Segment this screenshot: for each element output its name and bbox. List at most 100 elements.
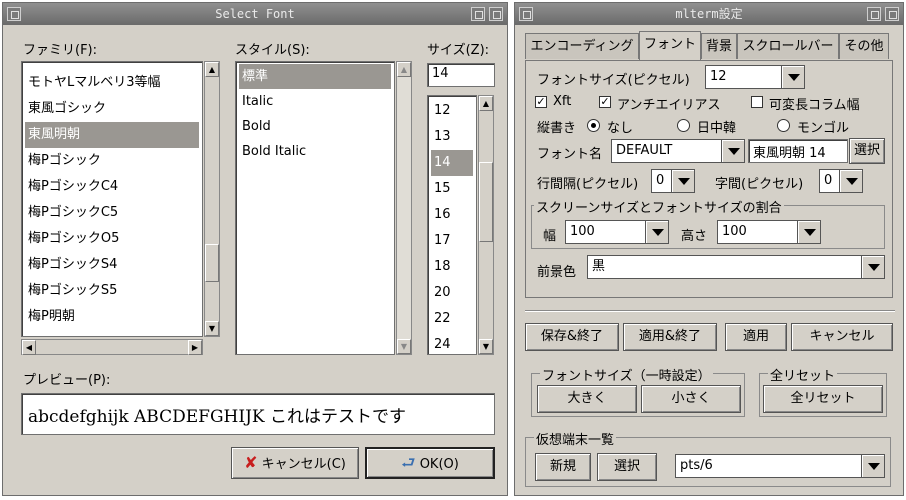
size-list-item[interactable]: 20 <box>431 280 473 306</box>
family-list-item[interactable]: 梅PゴシックO5 <box>25 226 199 252</box>
scroll-left-icon[interactable]: ◀ <box>22 340 36 355</box>
size-list-item[interactable]: 24 <box>431 332 473 354</box>
smaller-button[interactable]: 小さく <box>641 385 741 413</box>
size-vscrollbar[interactable]: ▲ ▼ <box>478 95 494 355</box>
save-exit-button[interactable]: 保存&終了 <box>525 323 619 351</box>
preview-field[interactable]: abcdefghijk ABCDEFGHIJK これはテストです <box>21 393 495 435</box>
window-menu-icon[interactable] <box>519 7 533 21</box>
style-vscrollbar[interactable]: ▲ ▼ <box>396 61 412 355</box>
var-column-label: 可変長コラム幅 <box>769 98 860 113</box>
style-list-item[interactable]: Bold <box>239 114 391 139</box>
family-list[interactable]: モトヤLマルベリ3等幅 東風ゴシック 東風明朝 梅Pゴシック 梅PゴシックC4 梅Pゴシッ… <box>21 61 203 337</box>
chevron-down-icon[interactable] <box>797 220 821 244</box>
family-list-item[interactable]: 梅PゴシックS5 <box>25 278 199 304</box>
width-combo[interactable]: 100 <box>565 220 669 244</box>
tab-font[interactable]: フォント <box>639 31 701 61</box>
family-hscrollbar[interactable]: ◀ ▶ <box>21 339 203 355</box>
minimize-icon[interactable] <box>867 7 881 21</box>
ok-button[interactable]: ⮐ OK(O) <box>365 447 495 479</box>
font-name-field[interactable]: 東風明朝 14 <box>748 139 848 163</box>
scroll-up-icon[interactable]: ▲ <box>397 62 411 77</box>
tab-other[interactable]: その他 <box>839 33 889 59</box>
scroll-down-icon[interactable]: ▼ <box>205 321 219 336</box>
family-list-item[interactable]: 梅PゴシックC5 <box>25 200 199 226</box>
scroll-down-icon[interactable]: ▼ <box>397 339 411 354</box>
scroll-down-icon[interactable]: ▼ <box>479 339 493 354</box>
vt-list-group-title: 仮想端末一覧 <box>534 429 617 448</box>
tab-scrollbar[interactable]: スクロールバー <box>737 33 839 59</box>
fg-color-combo[interactable]: 黒 <box>587 255 885 279</box>
size-list-item[interactable]: 17 <box>431 228 473 254</box>
scroll-up-icon[interactable]: ▲ <box>205 62 219 77</box>
chevron-down-icon[interactable] <box>839 169 863 193</box>
family-list-item[interactable]: 東風ゴシック <box>25 96 199 122</box>
font-size-combo[interactable]: 12 <box>705 65 805 89</box>
pty-combo[interactable]: pts/6 <box>675 454 885 478</box>
radio-cjk[interactable] <box>677 119 690 132</box>
chevron-down-icon[interactable] <box>721 139 745 163</box>
family-list-item[interactable]: 梅PゴシックC4 <box>25 174 199 200</box>
font-name-combo[interactable]: DEFAULT <box>611 139 745 163</box>
close-icon[interactable] <box>885 7 899 21</box>
size-list-item[interactable]: 15 <box>431 176 473 202</box>
cancel-icon: ✘ <box>244 453 258 472</box>
scroll-right-icon[interactable]: ▶ <box>188 340 202 355</box>
size-list[interactable]: 12 13 14 15 16 17 18 20 22 24 <box>427 95 477 355</box>
style-list-item[interactable]: Italic <box>239 89 391 114</box>
style-list-item[interactable]: Bold Italic <box>239 139 391 164</box>
var-column-checkbox[interactable] <box>751 96 763 108</box>
family-list-item[interactable]: 梅P明朝 <box>25 304 199 330</box>
close-icon[interactable] <box>489 7 503 21</box>
mlterm-titlebar[interactable]: mlterm設定 <box>515 3 903 25</box>
style-list-item[interactable]: 標準 <box>239 64 391 89</box>
tab-encoding[interactable]: エンコーディング <box>525 33 639 59</box>
select-vt-button[interactable]: 選択 <box>597 453 657 481</box>
enter-arrow-icon: ⮐ <box>401 453 416 472</box>
xft-checkbox[interactable]: ✓ <box>535 96 547 108</box>
scroll-thumb[interactable] <box>479 162 493 242</box>
tab-background[interactable]: 背景 <box>701 33 737 59</box>
select-font-titlebar[interactable]: Select Font <box>3 3 507 25</box>
family-vscrollbar[interactable]: ▲ ▼ <box>204 61 220 337</box>
window-menu-icon[interactable] <box>7 7 21 21</box>
new-vt-button[interactable]: 新規 <box>535 453 591 481</box>
size-list-item[interactable]: 13 <box>431 124 473 150</box>
larger-button[interactable]: 大きく <box>537 385 637 413</box>
minimize-icon[interactable] <box>471 7 485 21</box>
chevron-down-icon[interactable] <box>861 255 885 279</box>
cancel-button[interactable]: ✘ キャンセル(C) <box>231 447 359 479</box>
radio-none[interactable] <box>587 119 600 132</box>
letter-space-combo[interactable]: 0 <box>819 169 863 193</box>
reset-all-button[interactable]: 全リセット <box>763 385 883 413</box>
cancel-button[interactable]: キャンセル <box>791 323 893 351</box>
style-list[interactable]: 標準 Italic Bold Bold Italic <box>235 61 395 355</box>
height-combo[interactable]: 100 <box>717 220 821 244</box>
apply-exit-button[interactable]: 適用&終了 <box>623 323 717 351</box>
font-select-button[interactable]: 選択 <box>849 138 885 164</box>
height-label: 高さ <box>681 229 708 244</box>
chevron-down-icon[interactable] <box>861 454 885 478</box>
chevron-down-icon[interactable] <box>645 220 669 244</box>
window-title: Select Font <box>215 7 295 21</box>
size-label: サイズ(Z): <box>427 43 490 58</box>
size-list-item[interactable]: 12 <box>431 98 473 124</box>
scroll-thumb[interactable] <box>205 244 219 282</box>
apply-button[interactable]: 適用 <box>725 323 787 351</box>
line-space-combo[interactable]: 0 <box>651 169 695 193</box>
family-list-item[interactable]: 東風明朝 <box>25 122 199 148</box>
family-list-item[interactable]: 梅Pゴシック <box>25 148 199 174</box>
size-list-item[interactable]: 18 <box>431 254 473 280</box>
font-size-label: フォントサイズ(ピクセル) <box>537 73 690 88</box>
antialias-checkbox[interactable]: ✓ <box>599 96 611 108</box>
size-input[interactable]: 14 <box>427 63 495 87</box>
chevron-down-icon[interactable] <box>671 169 695 193</box>
fg-color-label: 前景色 <box>537 265 577 280</box>
radio-mongol[interactable] <box>777 119 790 132</box>
scroll-up-icon[interactable]: ▲ <box>479 96 493 111</box>
size-list-item[interactable]: 22 <box>431 306 473 332</box>
size-list-item[interactable]: 14 <box>431 150 473 176</box>
family-list-item[interactable]: 梅PゴシックS4 <box>25 252 199 278</box>
chevron-down-icon[interactable] <box>781 65 805 89</box>
size-list-item[interactable]: 16 <box>431 202 473 228</box>
family-list-item[interactable]: モトヤLマルベリ3等幅 <box>25 70 199 96</box>
